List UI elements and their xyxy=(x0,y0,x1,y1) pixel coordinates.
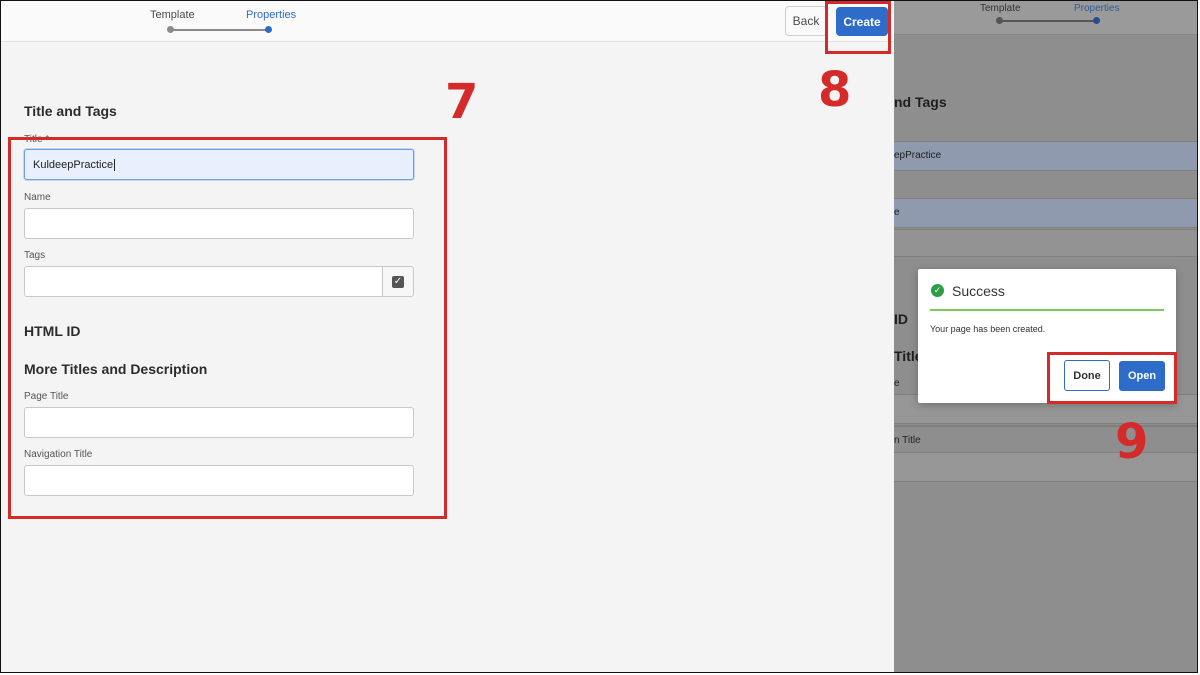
annotation-number-8: 8 xyxy=(818,62,852,118)
success-check-icon: ✓ xyxy=(931,284,944,297)
annotation-number-7: 7 xyxy=(445,74,479,130)
bg-name-field: e xyxy=(894,198,1198,228)
dialog-message: Your page has been created. xyxy=(930,324,1046,334)
dialog-title: Success xyxy=(952,283,1005,299)
bg-nav-title-label: n Title xyxy=(894,435,921,446)
bg-step-template-label: Template xyxy=(980,3,1021,14)
bg-heading-html-id: ID xyxy=(894,311,908,327)
step-template-dot xyxy=(167,26,174,33)
annotation-number-9: 9 xyxy=(1115,414,1149,470)
annotation-box-8 xyxy=(825,1,891,54)
step-progress-line xyxy=(171,29,267,31)
bg-heading-title-tags: nd Tags xyxy=(894,94,947,110)
step-template-label[interactable]: Template xyxy=(150,9,195,21)
step-properties-dot xyxy=(265,26,272,33)
bg-step-dot-properties xyxy=(1093,17,1100,24)
bg-step-dot-template xyxy=(996,17,1003,24)
bg-divider xyxy=(894,425,1198,427)
section-title-and-tags: Title and Tags xyxy=(24,103,117,119)
dialog-success-rule xyxy=(930,309,1164,311)
bg-nav-title-field xyxy=(894,452,1198,482)
back-button[interactable]: Back xyxy=(785,6,827,36)
bg-wizard-header: Template Properties xyxy=(894,1,1198,35)
bg-step-line xyxy=(1000,20,1095,22)
bg-step-properties-label: Properties xyxy=(1074,3,1120,14)
step-properties-label[interactable]: Properties xyxy=(246,9,296,21)
annotation-box-9 xyxy=(1047,352,1177,404)
bg-field-row xyxy=(894,229,1198,257)
bg-title-field: epPractice xyxy=(894,141,1198,171)
annotation-box-7 xyxy=(8,137,447,519)
wizard-header: Template Properties Back Create xyxy=(1,1,894,42)
bg-page-title-label: e xyxy=(894,378,900,389)
